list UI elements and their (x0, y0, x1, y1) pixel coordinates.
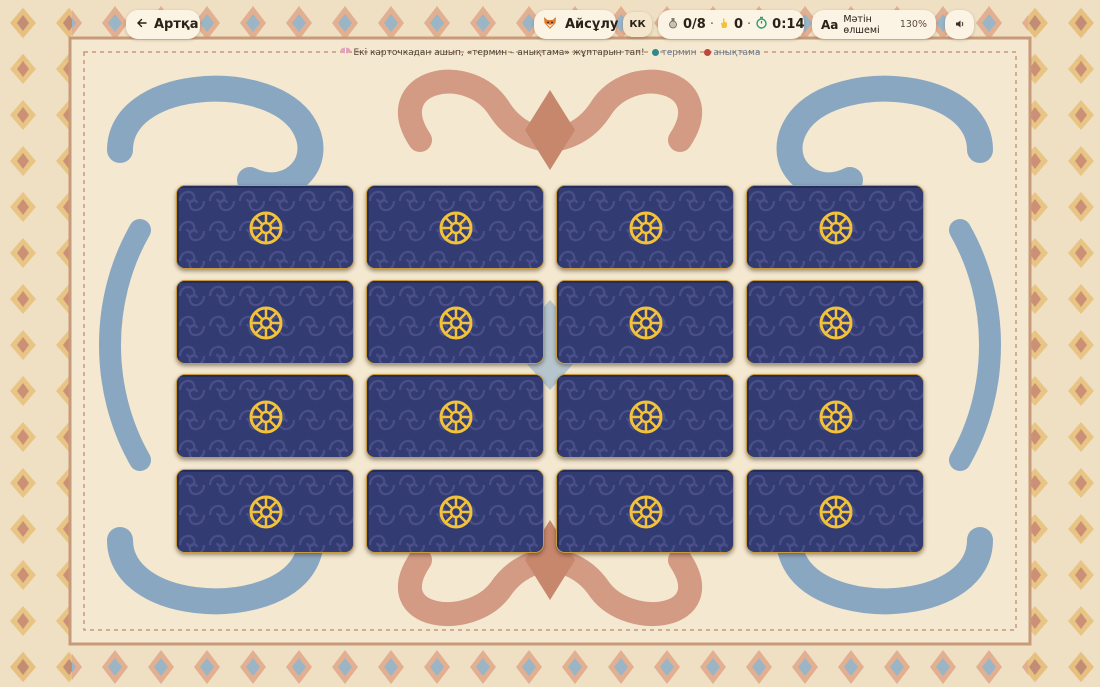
memory-card-16[interactable] (746, 469, 924, 553)
memory-card-4[interactable] (746, 185, 924, 269)
memory-card-8[interactable] (746, 280, 924, 364)
memory-card-14[interactable] (366, 469, 544, 553)
sun-wheel-icon (439, 306, 473, 340)
memory-card-12[interactable] (746, 374, 924, 458)
sun-wheel-icon (249, 400, 283, 434)
sun-wheel-icon (439, 400, 473, 434)
memory-card-2[interactable] (366, 185, 544, 269)
sun-wheel-icon (819, 306, 853, 340)
sun-wheel-icon (439, 211, 473, 245)
sun-wheel-icon (819, 400, 853, 434)
sun-wheel-icon (819, 211, 853, 245)
memory-card-5[interactable] (176, 280, 354, 364)
memory-card-7[interactable] (556, 280, 734, 364)
memory-card-11[interactable] (556, 374, 734, 458)
sun-wheel-icon (249, 495, 283, 529)
sun-wheel-icon (629, 400, 663, 434)
sun-wheel-icon (629, 211, 663, 245)
memory-card-3[interactable] (556, 185, 734, 269)
sun-wheel-icon (629, 306, 663, 340)
sun-wheel-icon (629, 495, 663, 529)
memory-card-6[interactable] (366, 280, 544, 364)
sun-wheel-icon (249, 306, 283, 340)
sun-wheel-icon (439, 495, 473, 529)
card-grid (0, 0, 1100, 687)
memory-card-15[interactable] (556, 469, 734, 553)
sun-wheel-icon (249, 211, 283, 245)
memory-card-10[interactable] (366, 374, 544, 458)
memory-card-1[interactable] (176, 185, 354, 269)
memory-card-9[interactable] (176, 374, 354, 458)
memory-card-13[interactable] (176, 469, 354, 553)
sun-wheel-icon (819, 495, 853, 529)
